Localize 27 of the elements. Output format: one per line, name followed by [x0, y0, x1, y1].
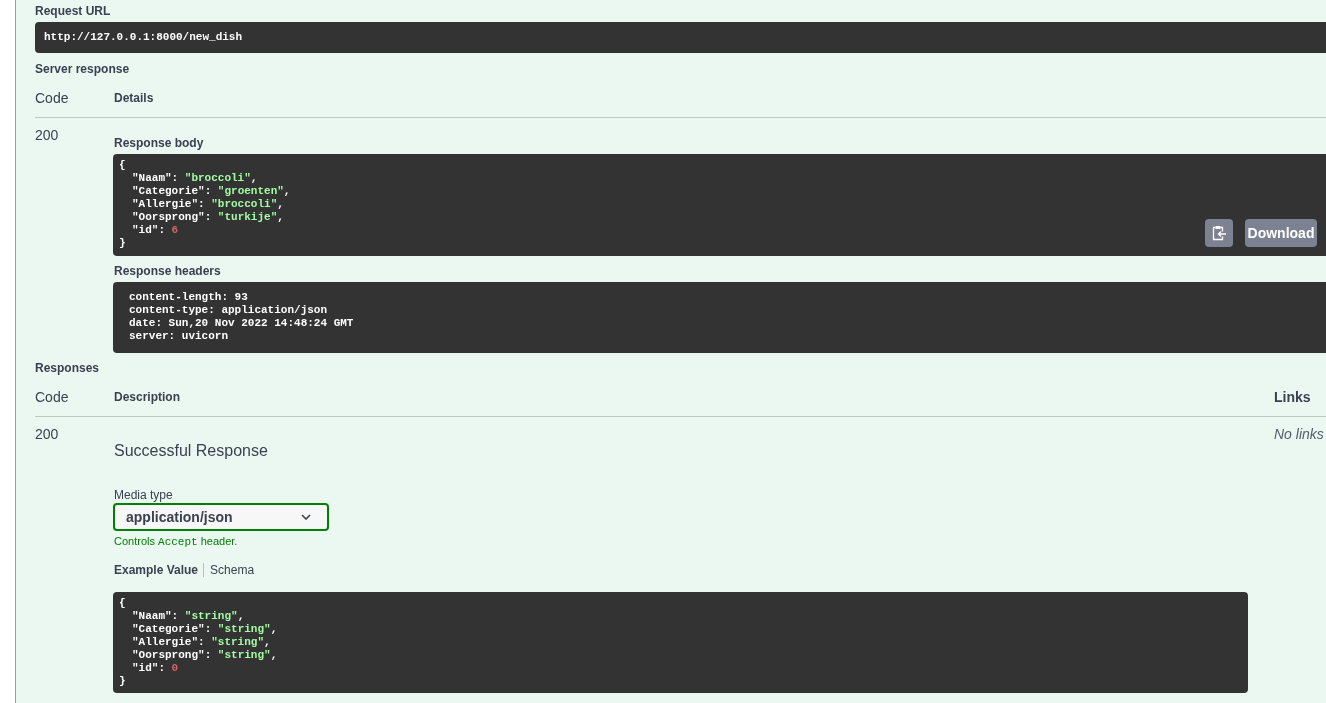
- example-value-code: { "Naam": "string", "Categorie": "string", "Allergie": "string", "Oorsprong": "string", "id": 0 }: [113, 592, 1248, 693]
- response-headers-code: content-length: 93 content-type: application/json date: Sun,20 Nov 2022 14:48:24 GMT server: uvicorn: [113, 282, 1326, 353]
- copy-button[interactable]: [1205, 219, 1233, 247]
- section-label: Response headers: [114, 264, 222, 278]
- column-header: Code: [35, 388, 69, 406]
- column-header: Details: [114, 90, 154, 107]
- response-description: Successful Response: [114, 441, 269, 461]
- clipboard-icon: [1211, 225, 1227, 241]
- section-label: Responses: [35, 361, 101, 375]
- column-header: Description: [114, 389, 180, 406]
- section-label: Request URL: [35, 4, 112, 18]
- response-body-code: { "Naam": "broccoli", "Categorie": "groenten", "Allergie": "broccoli", "Oorsprong": "turkije", "id": 6 }: [119, 159, 291, 250]
- status-code: 200: [35, 126, 59, 144]
- media-type-select[interactable]: application/json: [113, 503, 329, 531]
- tab[interactable]: Example Value: [114, 563, 199, 577]
- links-text: No links: [1274, 425, 1324, 443]
- section-label: Server response: [35, 62, 131, 76]
- media-type-label: Media type: [114, 488, 174, 502]
- column-header: Links: [1274, 388, 1311, 406]
- media-type-hint: Controls Accept header.: [114, 534, 239, 549]
- section-label: Response body: [114, 136, 205, 150]
- chevron-down-icon: [301, 514, 311, 520]
- column-header: Code: [35, 89, 69, 107]
- status-code: 200: [35, 425, 59, 443]
- tab[interactable]: Schema: [203, 563, 255, 577]
- request-url-display: http://127.0.0.1:8000/new_dish: [35, 22, 1326, 53]
- download-button[interactable]: Download: [1245, 219, 1317, 247]
